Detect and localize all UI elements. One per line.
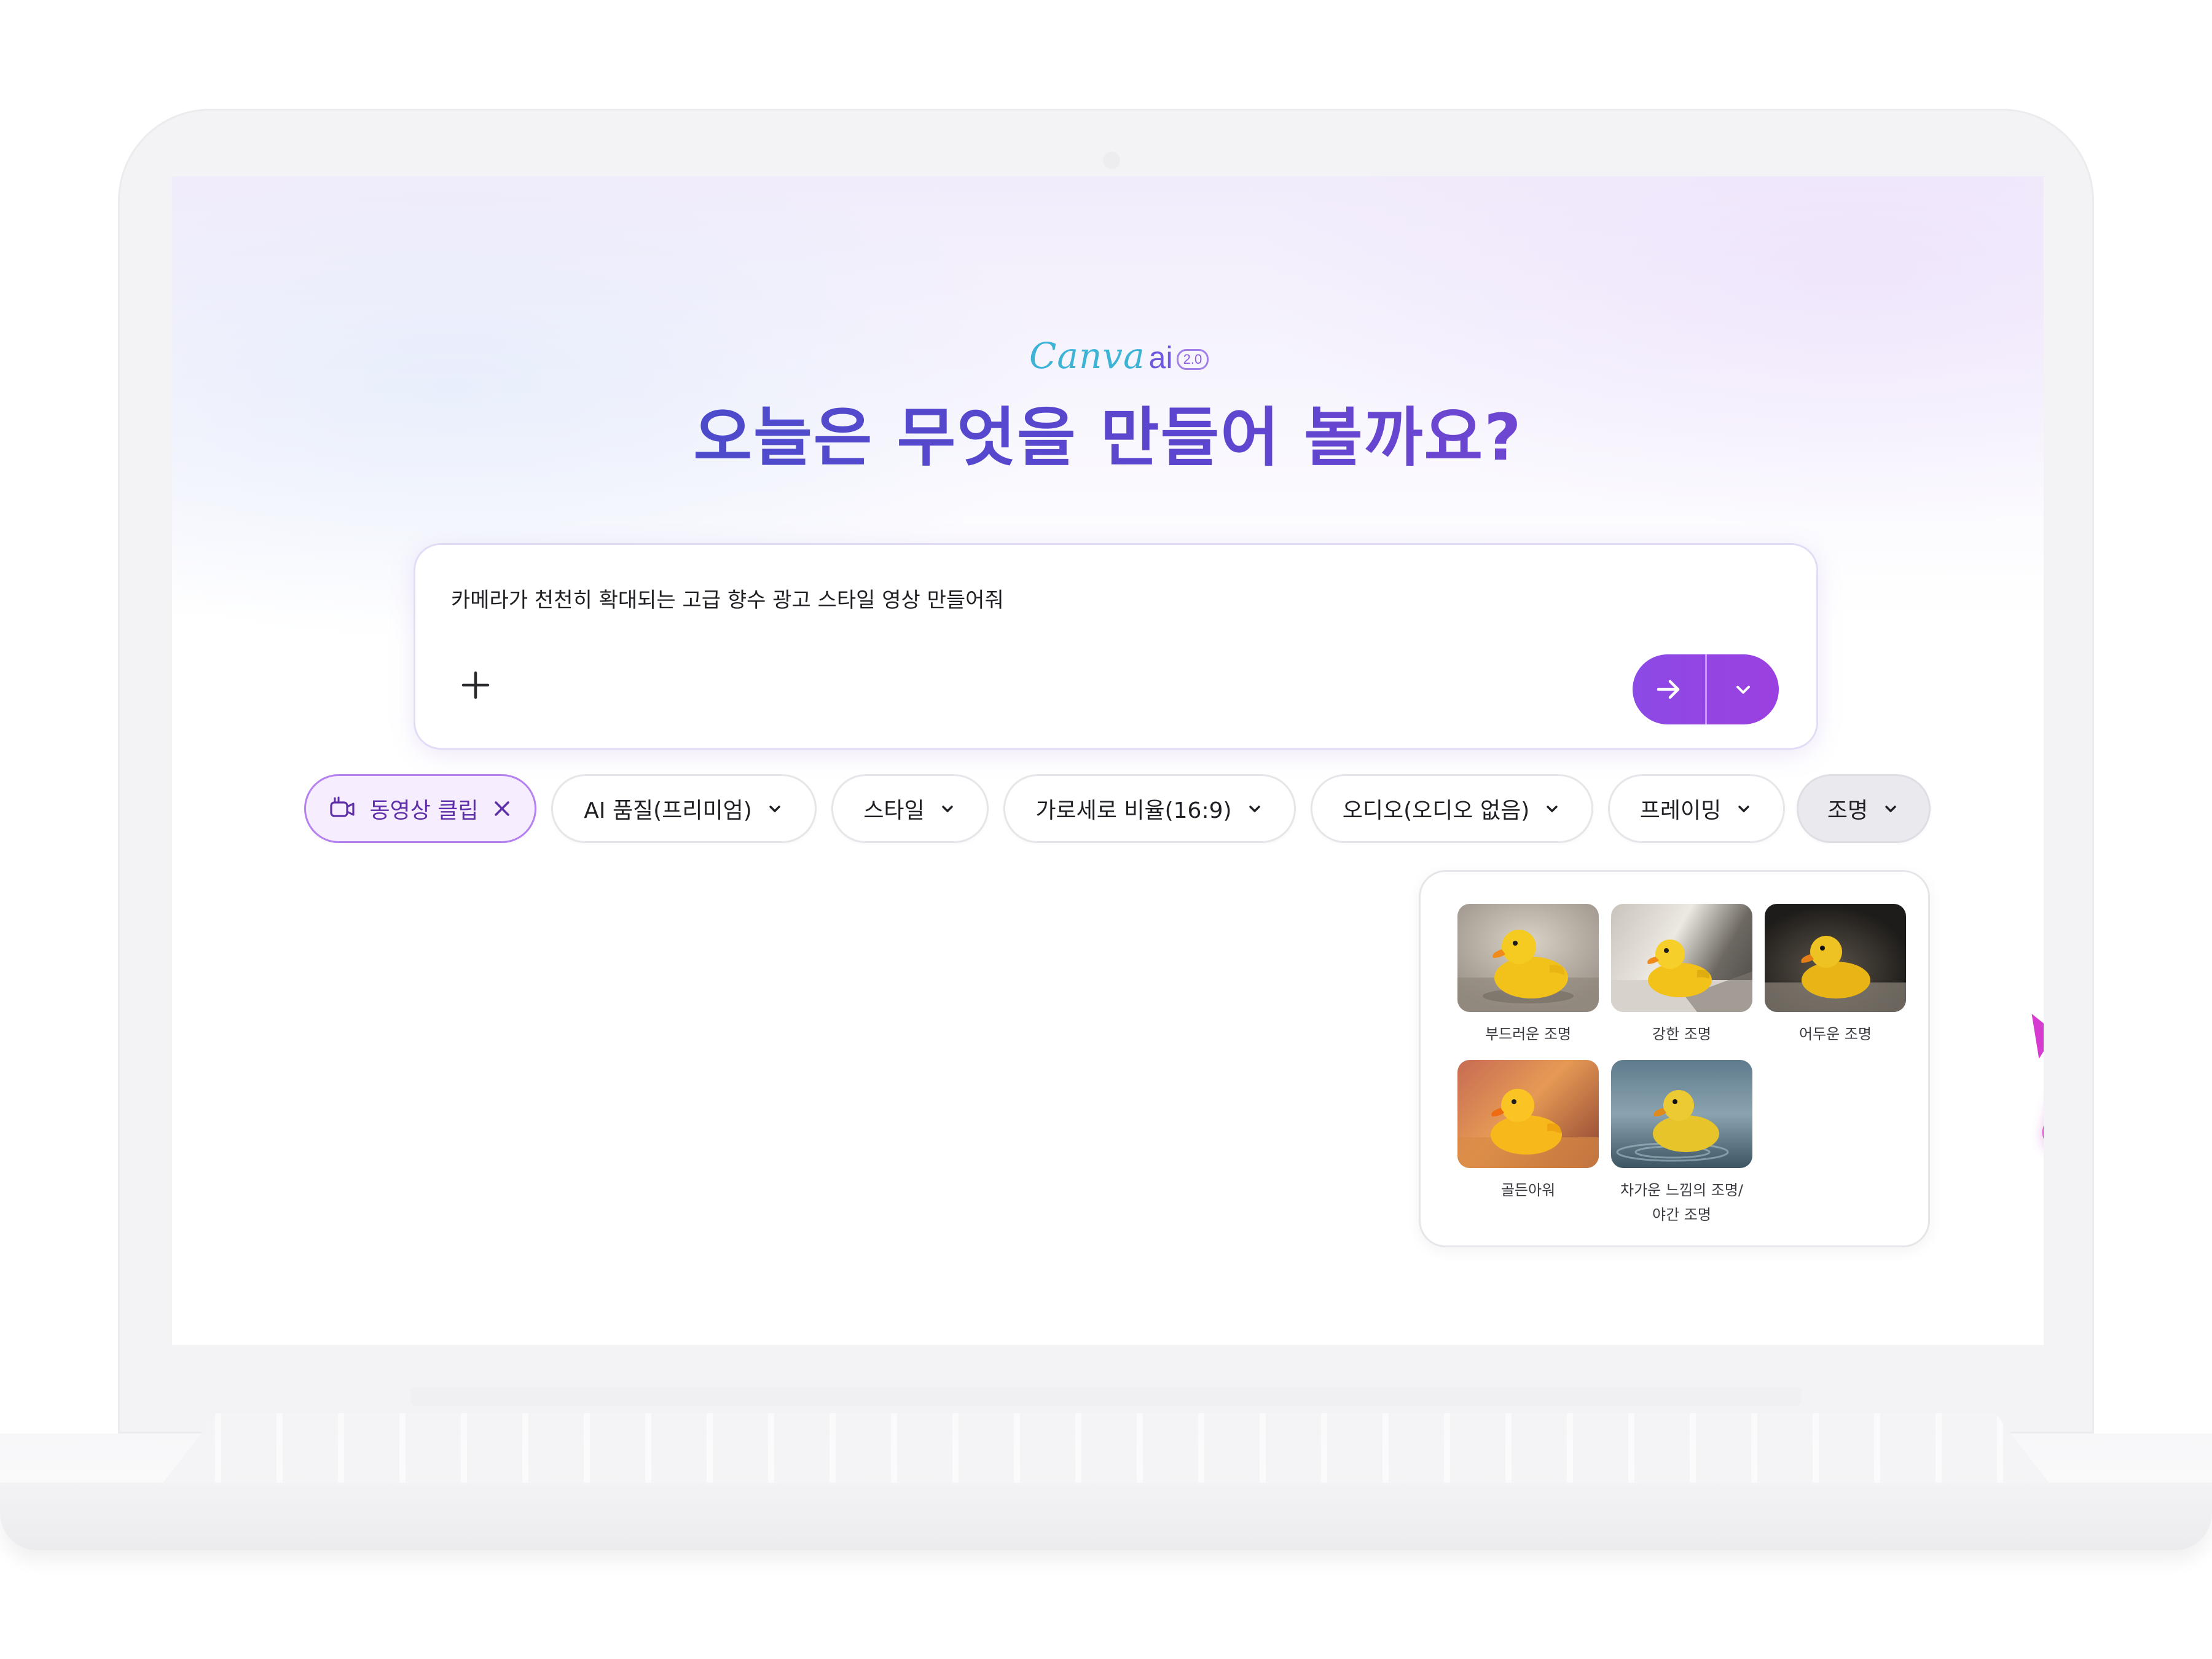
lighting-option-golden-hour[interactable]: 골든아워	[1457, 1060, 1599, 1202]
lighting-option-label: 강한 조명	[1652, 1026, 1711, 1043]
rubber-duck-image	[1457, 1089, 1599, 1168]
lighting-option-label: 부드러운 조명	[1484, 1026, 1572, 1043]
arrow-right-icon	[1657, 680, 1680, 699]
chevron-down-icon	[1738, 806, 1749, 812]
page-title: 오늘은 무엇을 만들어 볼까요?	[172, 385, 2044, 478]
option-chips: 동영상 클립 AI 품질(프리미엄) 스타일 가로세로 비율(16:9) 오디오…	[172, 774, 2044, 845]
rubber-duck-image	[1457, 930, 1599, 1012]
chevron-down-icon	[941, 806, 953, 812]
send-button-group	[1633, 654, 1779, 724]
lighting-option-soft[interactable]: 부드러운 조명	[1457, 904, 1599, 1046]
lighting-thumbnail-dark	[1765, 904, 1906, 1012]
close-icon[interactable]	[492, 799, 512, 818]
rubber-duck-image	[1611, 939, 1752, 1012]
chevron-down-icon	[1736, 686, 1750, 694]
laptop-keyboard	[160, 1413, 2052, 1487]
lighting-option-cool-night[interactable]: 차가운 느낌의 조명/ 야간 조명	[1611, 1060, 1752, 1227]
canva-ai-logo: Canva ai 2.0	[1029, 335, 1209, 378]
add-attachment-button[interactable]	[458, 668, 493, 702]
send-options-button[interactable]	[1707, 654, 1779, 724]
lighting-thumbnail-hard	[1611, 904, 1752, 1012]
chip-lighting[interactable]: 조명	[1797, 774, 1931, 843]
chip-audio[interactable]: 오디오(오디오 없음)	[1311, 774, 1593, 843]
chip-aspect-ratio[interactable]: 가로세로 비율(16:9)	[1003, 774, 1296, 843]
rubber-duck-image	[1765, 936, 1906, 1012]
send-button[interactable]	[1633, 654, 1707, 724]
chip-style[interactable]: 스타일	[831, 774, 989, 843]
chip-label: 스타일	[863, 798, 925, 823]
laptop-screen: Canva ai 2.0 오늘은 무엇을 만들어 볼까요? 카메라가 천천히 확…	[172, 176, 2044, 1345]
lighting-thumbnail-soft	[1457, 904, 1599, 1012]
lighting-options-panel: 부드러운 조명 강한 조명 어두운 조명 골든아워 차가운 느낌의 조명/ 야간…	[1419, 870, 1930, 1247]
chevron-down-icon	[769, 806, 780, 812]
chip-ai-quality[interactable]: AI 품질(프리미엄)	[551, 774, 817, 843]
chip-label: 동영상 클립	[369, 798, 479, 823]
rubber-duck-image	[1616, 1090, 1729, 1162]
laptop-hinge	[410, 1387, 1802, 1406]
collaborator-name-tag: 다니	[2038, 1078, 2044, 1180]
chevron-down-icon	[1249, 806, 1260, 812]
lighting-option-label: 어두운 조명	[1798, 1026, 1872, 1043]
chip-framing[interactable]: 프레이밍	[1608, 774, 1785, 843]
laptop-camera	[1103, 152, 1120, 169]
prompt-input-box[interactable]: 카메라가 천천히 확대되는 고급 향수 광고 스타일 영상 만들어줘	[414, 543, 1818, 750]
chip-label: 조명	[1827, 798, 1869, 823]
chip-video-clip[interactable]: 동영상 클립	[304, 774, 536, 843]
lighting-option-hard[interactable]: 강한 조명	[1611, 904, 1752, 1046]
chip-label: 오디오(오디오 없음)	[1342, 798, 1530, 823]
chip-label: 가로세로 비율(16:9)	[1035, 798, 1232, 823]
lighting-thumbnail-golden-hour	[1457, 1060, 1599, 1168]
plus-icon	[461, 671, 490, 699]
lighting-option-dark[interactable]: 어두운 조명	[1765, 904, 1906, 1046]
chevron-down-icon	[1885, 806, 1896, 812]
logo-canva-text: Canva	[1029, 335, 1145, 377]
laptop-base	[0, 1483, 2212, 1550]
chip-label: 프레이밍	[1639, 798, 1722, 823]
collaborator-cursor-icon	[2028, 1008, 2044, 1065]
video-clip-icon	[330, 796, 355, 817]
lighting-thumbnail-cool-night	[1611, 1060, 1752, 1168]
lighting-option-label: 차가운 느낌의 조명/ 야간 조명	[1620, 1182, 1743, 1223]
lighting-option-label: 골든아워	[1500, 1182, 1556, 1199]
chevron-down-icon	[1547, 806, 1558, 812]
prompt-input[interactable]: 카메라가 천천히 확대되는 고급 향수 광고 스타일 영상 만들어줘	[451, 583, 1004, 613]
chip-label: AI 품질(프리미엄)	[584, 798, 752, 823]
logo-ai-text: ai	[1148, 340, 1173, 375]
logo-version-badge: 2.0	[1176, 349, 1209, 370]
